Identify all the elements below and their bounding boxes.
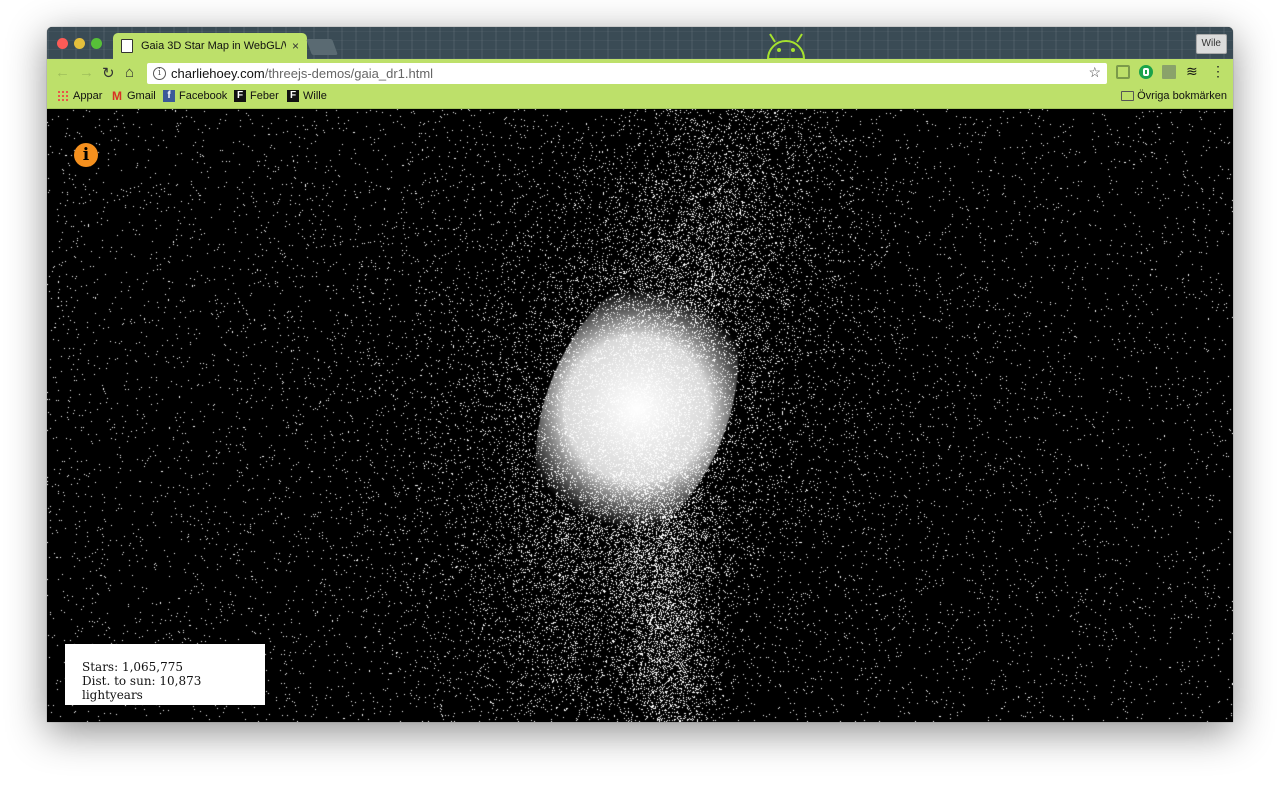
back-icon[interactable]: ← xyxy=(55,64,70,81)
minimize-window-button[interactable] xyxy=(74,38,85,49)
tab-strip: Gaia 3D Star Map in WebGL/W × Wile xyxy=(47,27,1233,59)
bookmark-label: Wille xyxy=(303,90,327,102)
star-map-viewport[interactable]: i Stars: 1,065,775 Dist. to sun: 10,873 … xyxy=(47,109,1233,722)
extension-icon[interactable] xyxy=(1139,65,1153,79)
other-bookmarks[interactable]: Övriga bokmärken xyxy=(1121,90,1227,102)
document-icon xyxy=(121,39,133,53)
bookmark-label: Feber xyxy=(250,90,279,102)
info-icon[interactable]: i xyxy=(74,143,98,167)
mail-icon[interactable] xyxy=(1162,65,1176,79)
bookmark-feber[interactable]: F Feber xyxy=(234,90,279,102)
bookmark-appar[interactable]: Appar xyxy=(57,90,102,102)
bookmark-star-icon[interactable]: ☆ xyxy=(1088,64,1101,81)
url-host: charliehoey.com xyxy=(171,66,265,81)
feber-icon: F xyxy=(234,90,246,102)
profile-button[interactable]: Wile xyxy=(1195,34,1227,54)
facebook-icon: f xyxy=(163,90,175,102)
stats-panel: Stars: 1,065,775 Dist. to sun: 10,873 li… xyxy=(65,644,265,705)
address-bar[interactable]: i charliehoey.com /threejs-demos/gaia_dr… xyxy=(147,63,1107,84)
bookmark-facebook[interactable]: f Facebook xyxy=(163,90,227,102)
forward-icon[interactable]: → xyxy=(79,64,94,81)
star-count: Stars: 1,065,775 xyxy=(82,660,184,674)
maximize-window-button[interactable] xyxy=(91,38,102,49)
browser-window: Gaia 3D Star Map in WebGL/W × Wile ← → ↻… xyxy=(47,27,1233,722)
bookmarks-bar: Appar M Gmail f Facebook F Feber F Wille… xyxy=(47,87,1233,109)
folder-icon xyxy=(1121,91,1135,101)
bookmark-label: Appar xyxy=(73,90,103,102)
feber-icon: F xyxy=(287,90,299,102)
apps-grid-icon xyxy=(57,90,69,102)
bookmark-label: Facebook xyxy=(179,90,228,102)
bookmark-gmail[interactable]: M Gmail xyxy=(111,90,156,102)
tab-active[interactable]: Gaia 3D Star Map in WebGL/W × xyxy=(113,33,307,59)
url-path: /threejs-demos/gaia_dr1.html xyxy=(264,66,434,81)
new-tab-button[interactable] xyxy=(306,39,338,55)
gmail-icon: M xyxy=(112,89,122,103)
distance-to-sun: Dist. to sun: 10,873 lightyears xyxy=(82,674,202,702)
tab-close-icon[interactable]: × xyxy=(292,39,299,53)
bookmark-label: Gmail xyxy=(127,90,156,102)
layers-icon[interactable]: ≋ xyxy=(1186,63,1200,79)
home-icon[interactable]: ⌂ xyxy=(125,64,134,81)
close-window-button[interactable] xyxy=(57,38,68,49)
android-icon xyxy=(766,33,806,59)
site-info-icon[interactable]: i xyxy=(153,67,166,80)
tab-title: Gaia 3D Star Map in WebGL/W xyxy=(141,40,286,52)
menu-icon[interactable]: ⋮ xyxy=(1211,63,1225,79)
star-map-canvas[interactable] xyxy=(47,109,1233,722)
cast-icon[interactable] xyxy=(1116,65,1130,79)
other-bookmarks-label: Övriga bokmärken xyxy=(1137,90,1227,102)
toolbar: ← → ↻ ⌂ i charliehoey.com /threejs-demos… xyxy=(47,59,1233,87)
reload-icon[interactable]: ↻ xyxy=(102,64,115,82)
bookmark-wille[interactable]: F Wille xyxy=(287,90,327,102)
